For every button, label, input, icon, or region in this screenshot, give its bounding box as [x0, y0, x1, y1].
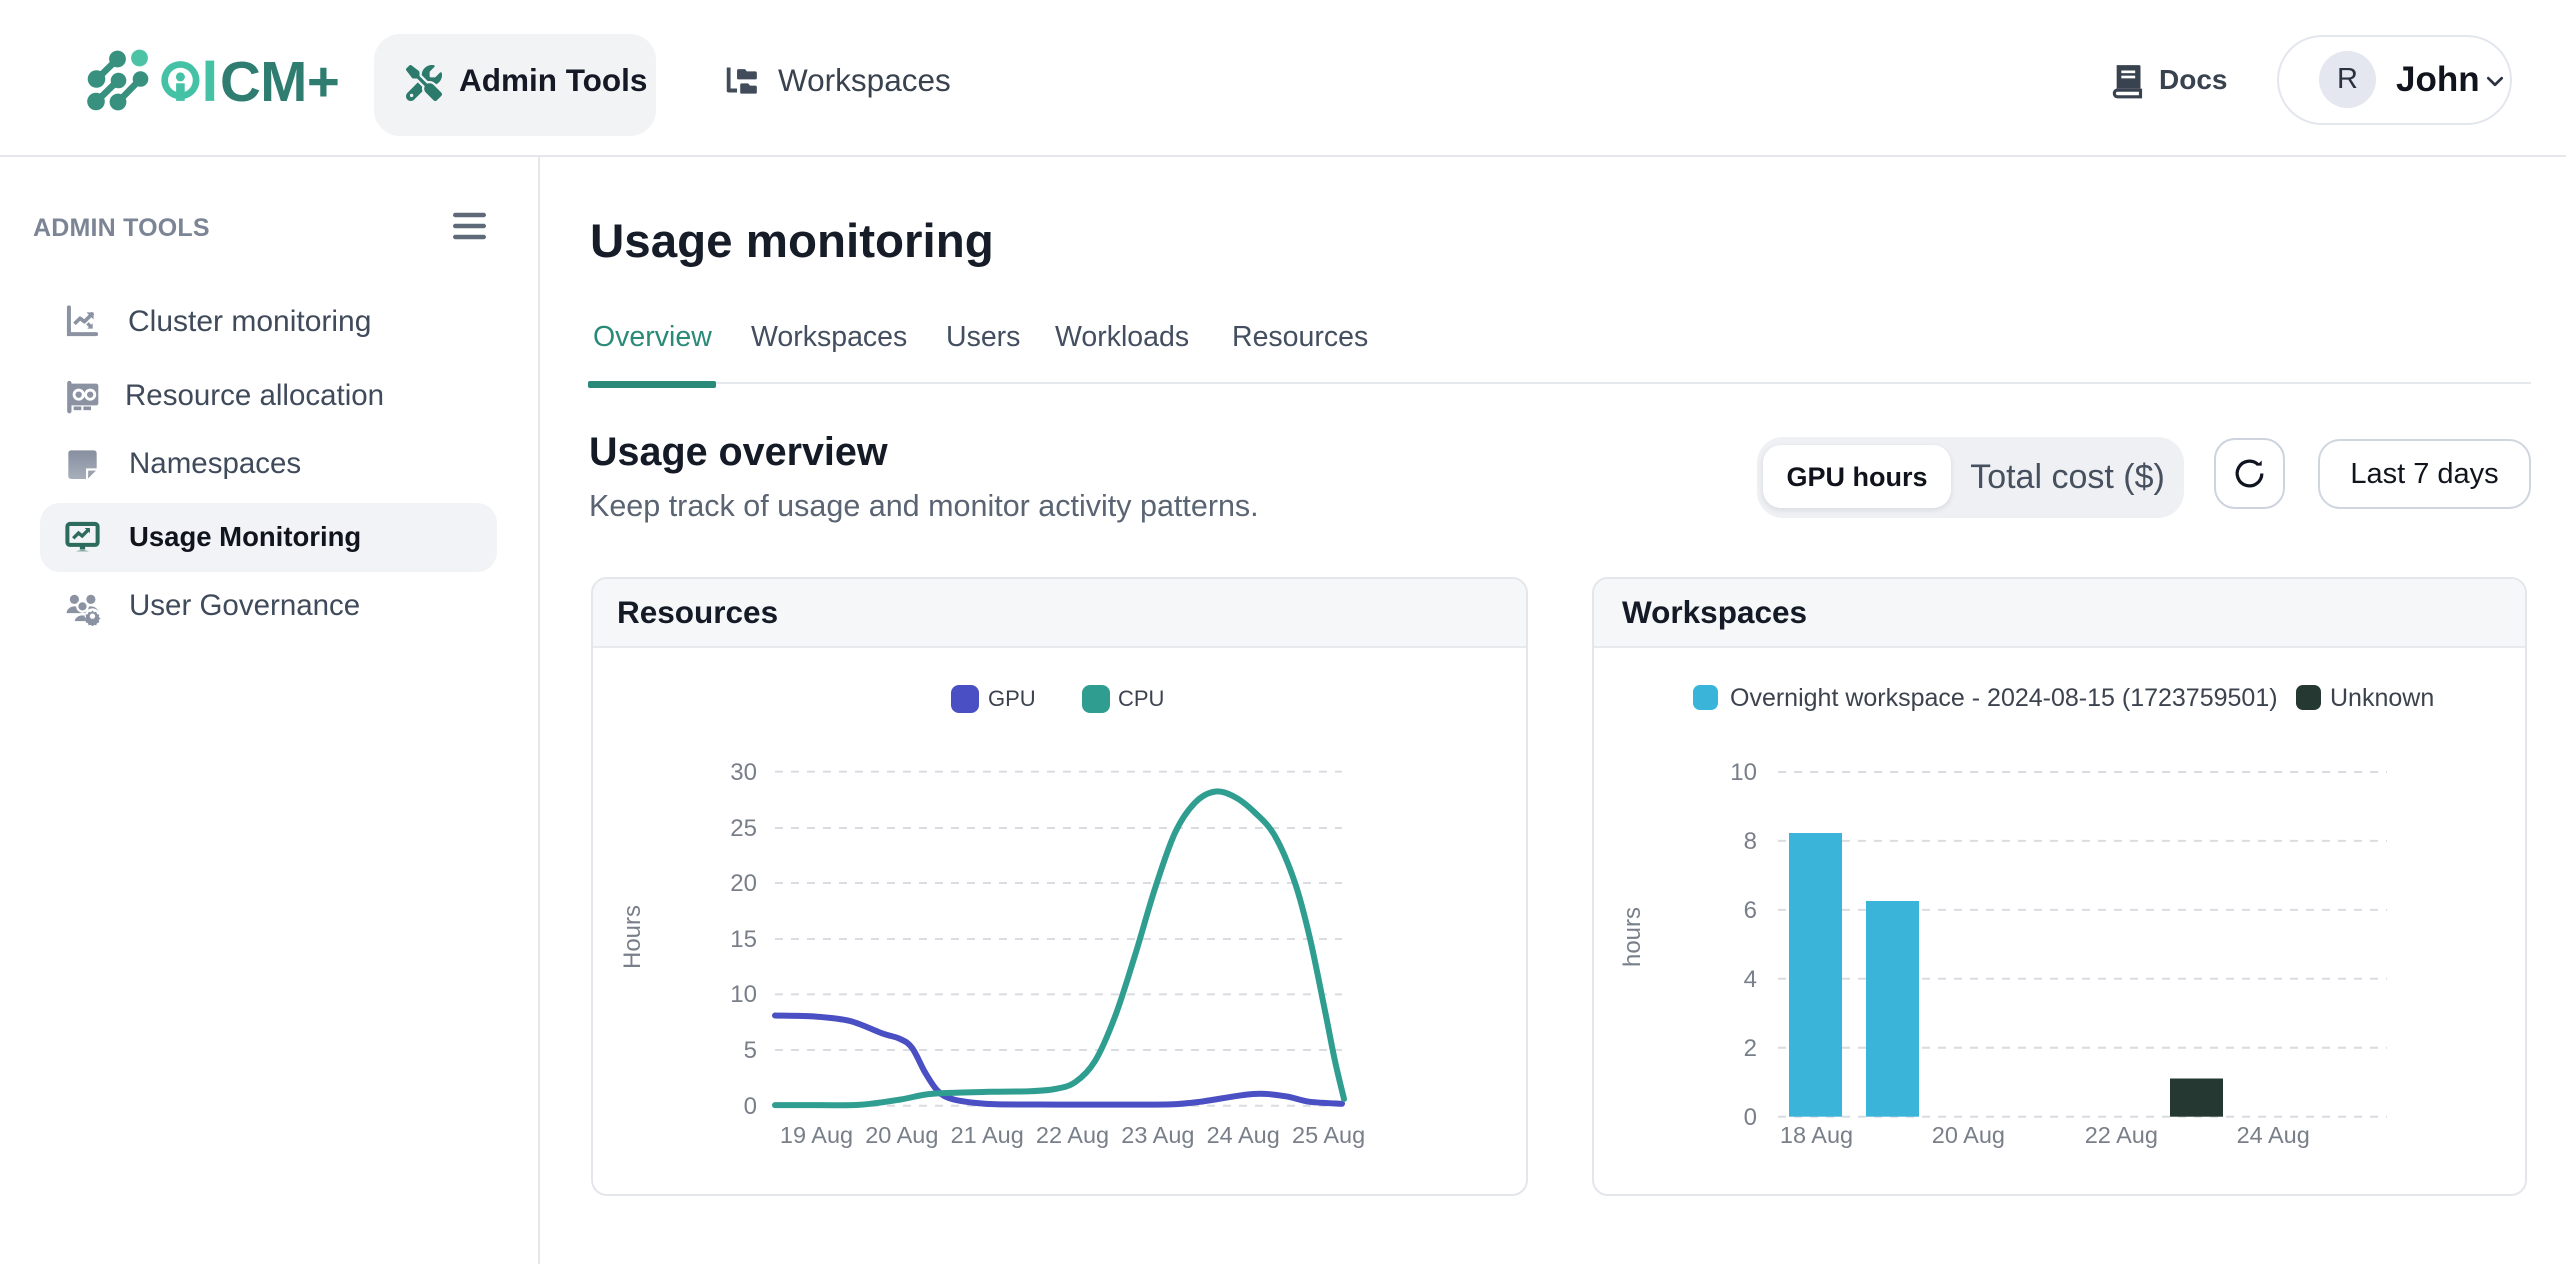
svg-text:10: 10	[1730, 759, 1757, 786]
svg-text:5: 5	[744, 1037, 757, 1064]
svg-text:CM+: CM+	[220, 50, 339, 113]
svg-text:18 Aug: 18 Aug	[1780, 1122, 1853, 1148]
svg-text:30: 30	[730, 759, 757, 786]
svg-text:25 Aug: 25 Aug	[1292, 1122, 1365, 1148]
svg-text:20 Aug: 20 Aug	[865, 1122, 938, 1148]
svg-text:20 Aug: 20 Aug	[1932, 1122, 2005, 1148]
svg-text:2: 2	[1744, 1035, 1757, 1062]
svg-text:22 Aug: 22 Aug	[2085, 1122, 2158, 1148]
svg-text:19 Aug: 19 Aug	[780, 1122, 853, 1148]
svg-text:20: 20	[730, 870, 757, 897]
svg-text:4: 4	[1744, 966, 1757, 993]
svg-text:10: 10	[730, 981, 757, 1008]
svg-text:15: 15	[730, 926, 757, 953]
svg-text:24 Aug: 24 Aug	[1207, 1122, 1280, 1148]
svg-text:0: 0	[1744, 1104, 1757, 1131]
svg-text:21 Aug: 21 Aug	[951, 1122, 1024, 1148]
svg-text:25: 25	[730, 815, 757, 842]
svg-text:hours: hours	[1619, 907, 1646, 967]
svg-text:8: 8	[1744, 828, 1757, 855]
svg-text:Hours: Hours	[619, 905, 646, 969]
svg-text:24 Aug: 24 Aug	[2237, 1122, 2310, 1148]
svg-text:6: 6	[1744, 897, 1757, 924]
svg-text:0: 0	[744, 1093, 757, 1120]
svg-text:23 Aug: 23 Aug	[1121, 1122, 1194, 1148]
svg-text:22 Aug: 22 Aug	[1036, 1122, 1109, 1148]
